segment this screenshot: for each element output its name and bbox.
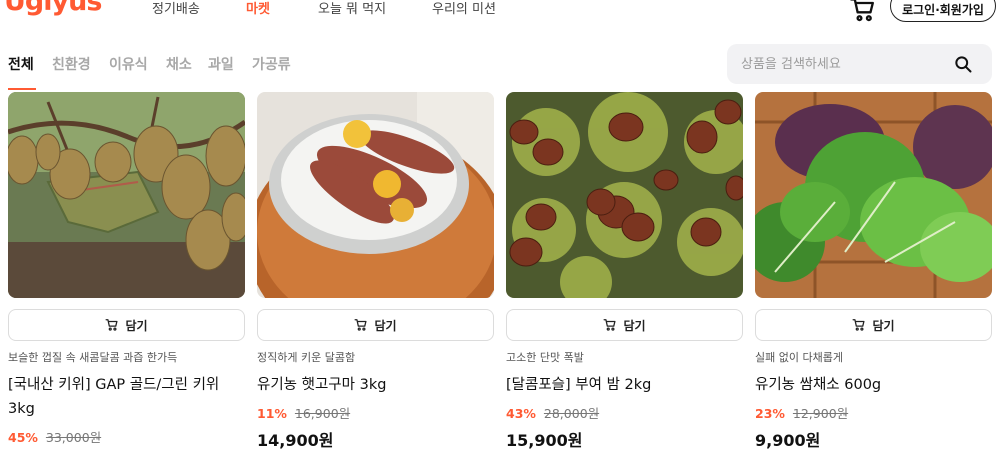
product-image-kiwi[interactable] bbox=[8, 92, 245, 298]
original-price: 28,000원 bbox=[543, 406, 600, 421]
search-box bbox=[727, 44, 992, 84]
price-row: 23% 12,900원 bbox=[755, 403, 848, 422]
brand-logo[interactable]: Uglyus bbox=[4, 0, 102, 17]
nav-our-mission[interactable]: 우리의 미션 bbox=[432, 0, 496, 17]
active-tab-indicator bbox=[8, 88, 36, 90]
search-icon[interactable] bbox=[953, 54, 973, 74]
product-subtitle: 실패 없이 다채롭게 bbox=[755, 351, 843, 364]
add-to-cart-label: 담기 bbox=[374, 318, 397, 333]
search-input[interactable] bbox=[741, 44, 951, 84]
cart-icon bbox=[105, 319, 118, 331]
tab-eco-friendly[interactable]: 친환경 bbox=[52, 54, 91, 74]
nav-subscription[interactable]: 정기배송 bbox=[152, 0, 200, 17]
final-price: 9,900원 bbox=[755, 431, 821, 450]
product-subtitle: 보슬한 껍질 속 새콤달콤 과즙 한가득 bbox=[8, 351, 178, 364]
nav-what-to-eat[interactable]: 오늘 뭐 먹지 bbox=[318, 0, 386, 17]
tab-vegetables[interactable]: 채소 bbox=[166, 54, 192, 74]
add-to-cart-button[interactable]: 담기 bbox=[506, 309, 743, 341]
cart-icon bbox=[603, 319, 616, 331]
discount-rate: 45% bbox=[8, 430, 38, 445]
price-row: 45% 33,000원 bbox=[8, 427, 101, 446]
discount-rate: 11% bbox=[257, 406, 287, 421]
final-price: 15,900원 bbox=[506, 431, 583, 450]
cart-button[interactable] bbox=[849, 0, 877, 24]
tab-fruits[interactable]: 과일 bbox=[208, 54, 234, 74]
cart-icon bbox=[354, 319, 367, 331]
original-price: 33,000원 bbox=[45, 430, 102, 445]
original-price: 12,900원 bbox=[792, 406, 849, 421]
add-to-cart-label: 담기 bbox=[872, 318, 895, 333]
tab-all[interactable]: 전체 bbox=[8, 54, 34, 74]
product-card[interactable]: 담기 정직하게 키운 달콤함 유기농 햇고구마 3kg 11% 16,900원 … bbox=[257, 92, 494, 451]
cart-icon bbox=[852, 319, 865, 331]
product-title[interactable]: [국내산 키위] GAP 골드/그린 키위 3kg bbox=[8, 373, 245, 421]
product-image-chestnut[interactable] bbox=[506, 92, 743, 298]
add-to-cart-button[interactable]: 담기 bbox=[755, 309, 992, 341]
tab-processed[interactable]: 가공류 bbox=[252, 54, 291, 74]
add-to-cart-label: 담기 bbox=[125, 318, 148, 333]
add-to-cart-label: 담기 bbox=[623, 318, 646, 333]
price-row: 43% 28,000원 bbox=[506, 403, 599, 422]
product-subtitle: 정직하게 키운 달콤함 bbox=[257, 351, 356, 364]
product-title[interactable]: 유기농 쌈채소 600g bbox=[755, 373, 992, 397]
top-header: Uglyus 정기배송 마켓 오늘 뭐 먹지 우리의 미션 로그인·회원가입 bbox=[0, 0, 1000, 40]
product-card[interactable]: 담기 실패 없이 다채롭게 유기농 쌈채소 600g 23% 12,900원 9… bbox=[755, 92, 992, 451]
product-title[interactable]: [달콤포슬] 부여 밤 2kg bbox=[506, 373, 743, 397]
tab-baby-food[interactable]: 이유식 bbox=[109, 54, 148, 74]
product-subtitle: 고소한 단맛 폭발 bbox=[506, 351, 584, 364]
product-title[interactable]: 유기농 햇고구마 3kg bbox=[257, 373, 494, 397]
price-row: 11% 16,900원 bbox=[257, 403, 350, 422]
product-image-lettuce[interactable] bbox=[755, 92, 992, 298]
add-to-cart-button[interactable]: 담기 bbox=[8, 309, 245, 341]
cart-icon bbox=[850, 0, 874, 22]
product-image-sweet-potato[interactable] bbox=[257, 92, 494, 298]
product-card[interactable]: 담기 보슬한 껍질 속 새콤달콤 과즙 한가득 [국내산 키위] GAP 골드/… bbox=[8, 92, 245, 451]
add-to-cart-button[interactable]: 담기 bbox=[257, 309, 494, 341]
nav-market[interactable]: 마켓 bbox=[246, 0, 270, 17]
login-signup-button[interactable]: 로그인·회원가입 bbox=[890, 0, 996, 22]
discount-rate: 43% bbox=[506, 406, 536, 421]
discount-rate: 23% bbox=[755, 406, 785, 421]
product-card[interactable]: 담기 고소한 단맛 폭발 [달콤포슬] 부여 밤 2kg 43% 28,000원… bbox=[506, 92, 743, 451]
original-price: 16,900원 bbox=[294, 406, 351, 421]
final-price: 14,900원 bbox=[257, 431, 334, 450]
